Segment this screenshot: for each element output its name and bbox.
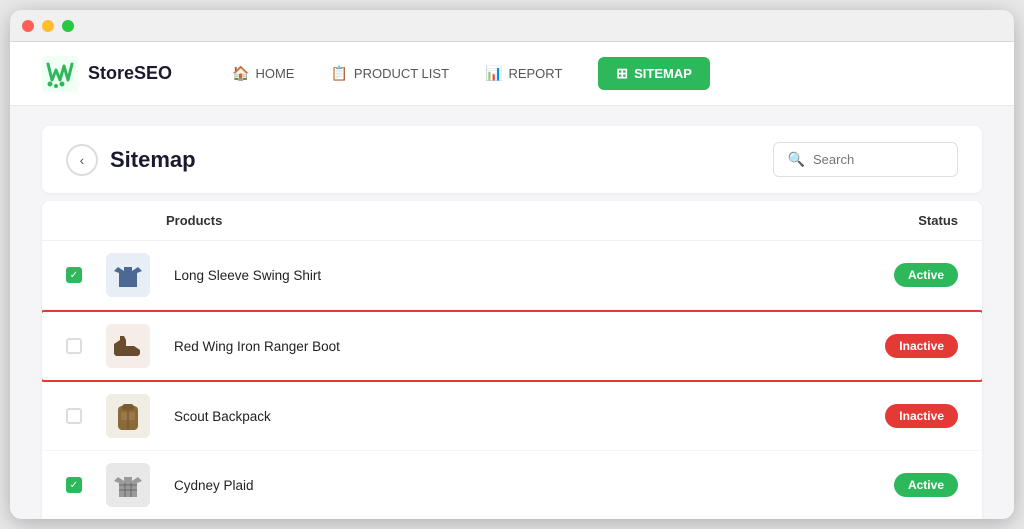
table-row: ✓ Long Sleeve Swing Shirt Active (42, 241, 982, 310)
report-icon: 📊 (485, 65, 502, 82)
product-name-1: Long Sleeve Swing Shirt (166, 268, 838, 283)
status-badge-4: Active (894, 473, 958, 497)
maximize-button[interactable] (62, 20, 74, 32)
logo-icon (42, 56, 78, 92)
col-header-products: Products (166, 213, 838, 228)
app-content: StoreSEO 🏠 HOME 📋 PRODUCT LIST 📊 REPORT … (10, 42, 1014, 519)
list-icon: 📋 (330, 65, 347, 82)
logo-area: StoreSEO (42, 56, 172, 92)
nav-sitemap[interactable]: ⊞ SITEMAP (598, 57, 710, 90)
search-input[interactable] (813, 152, 943, 167)
product-name-2: Red Wing Iron Ranger Boot (166, 339, 838, 354)
col-header-checkbox (66, 213, 106, 228)
nav-product-list[interactable]: 📋 PRODUCT LIST (330, 65, 449, 82)
sitemap-icon: ⊞ (616, 65, 628, 82)
table-header: Products Status (42, 201, 982, 241)
checkbox-2[interactable] (66, 338, 82, 354)
col-header-status: Status (838, 213, 958, 228)
checkbox-cell-1: ✓ (66, 267, 106, 283)
checkbox-4[interactable]: ✓ (66, 477, 82, 493)
table-row-highlighted: Red Wing Iron Ranger Boot Inactive (42, 310, 982, 382)
title-bar (10, 10, 1014, 42)
status-cell-4: Active (838, 473, 958, 497)
minimize-button[interactable] (42, 20, 54, 32)
app-window: StoreSEO 🏠 HOME 📋 PRODUCT LIST 📊 REPORT … (10, 10, 1014, 519)
product-thumb-3 (106, 394, 150, 438)
checkbox-cell-2 (66, 338, 106, 354)
status-cell-2: Inactive (838, 334, 958, 358)
product-name-3: Scout Backpack (166, 409, 838, 424)
page-title: Sitemap (110, 147, 196, 173)
close-button[interactable] (22, 20, 34, 32)
main-content: ‹ Sitemap 🔍 Products Status (10, 106, 1014, 519)
product-name-4: Cydney Plaid (166, 478, 838, 493)
top-nav: StoreSEO 🏠 HOME 📋 PRODUCT LIST 📊 REPORT … (10, 42, 1014, 106)
page-header: ‹ Sitemap 🔍 (42, 126, 982, 193)
product-thumb-4 (106, 463, 150, 507)
nav-links: 🏠 HOME 📋 PRODUCT LIST 📊 REPORT ⊞ SITEMAP (232, 57, 982, 90)
product-thumb-2 (106, 324, 150, 368)
status-badge-3: Inactive (885, 404, 958, 428)
table-row: Scout Backpack Inactive (42, 382, 982, 451)
checkbox-1[interactable]: ✓ (66, 267, 82, 283)
status-cell-3: Inactive (838, 404, 958, 428)
nav-report[interactable]: 📊 REPORT (485, 65, 562, 82)
back-button[interactable]: ‹ (66, 144, 98, 176)
nav-home[interactable]: 🏠 HOME (232, 65, 294, 82)
product-thumb-1 (106, 253, 150, 297)
search-box[interactable]: 🔍 (773, 142, 958, 177)
checkbox-cell-4: ✓ (66, 477, 106, 493)
col-header-image (106, 213, 166, 228)
status-badge-1: Active (894, 263, 958, 287)
status-cell-1: Active (838, 263, 958, 287)
checkbox-3[interactable] (66, 408, 82, 424)
page-title-area: ‹ Sitemap (66, 144, 196, 176)
logo-text: StoreSEO (88, 63, 172, 84)
status-badge-2: Inactive (885, 334, 958, 358)
products-table: Products Status ✓ Long Sl (42, 201, 982, 519)
search-icon: 🔍 (788, 151, 805, 168)
home-icon: 🏠 (232, 65, 249, 82)
checkbox-cell-3 (66, 408, 106, 424)
